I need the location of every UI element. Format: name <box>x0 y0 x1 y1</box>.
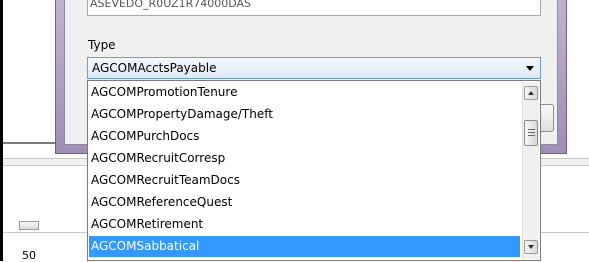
list-item[interactable]: AGCOMPurchDocs <box>89 126 520 147</box>
list-item-selected[interactable]: AGCOMSabbatical <box>89 236 520 257</box>
thumb-grip-line <box>528 135 535 136</box>
chevron-down-icon[interactable] <box>526 66 534 71</box>
scroll-up-icon[interactable] <box>524 86 538 100</box>
list-item[interactable]: AGCOMPromotionTenure <box>89 82 520 103</box>
top-text-field[interactable]: ASEVEDO_R0UZ1R74000DAS <box>87 0 541 16</box>
background-divider <box>3 142 55 144</box>
dropdown-scrollbar[interactable] <box>522 82 539 259</box>
list-item[interactable]: AGCOMRecruitTeamDocs <box>89 170 520 191</box>
dialog-side-button[interactable] <box>540 104 554 132</box>
thumb-grip-line <box>528 129 535 130</box>
type-dropdown-list[interactable]: AGCOMPromotionTenure AGCOMPropertyDamage… <box>87 80 541 261</box>
type-label: Type <box>88 38 116 52</box>
thumb-grip-line <box>528 132 535 133</box>
background-small-icon <box>19 221 39 230</box>
list-item[interactable]: AGCOMPropertyDamage/Theft <box>89 104 520 125</box>
background-number: 50 <box>22 249 36 262</box>
scrollbar-thumb[interactable] <box>524 120 538 146</box>
list-item[interactable]: AGCOMRecruitCorresp <box>89 148 520 169</box>
list-item[interactable]: AGCOMReferenceQuest <box>89 192 520 213</box>
list-item[interactable]: AGCOMRetirement <box>89 214 520 235</box>
type-combobox[interactable]: AGCOMAcctsPayable <box>87 57 541 79</box>
window-left-border <box>0 0 3 261</box>
type-combobox-value: AGCOMAcctsPayable <box>92 61 217 75</box>
scroll-down-icon[interactable] <box>524 240 538 254</box>
